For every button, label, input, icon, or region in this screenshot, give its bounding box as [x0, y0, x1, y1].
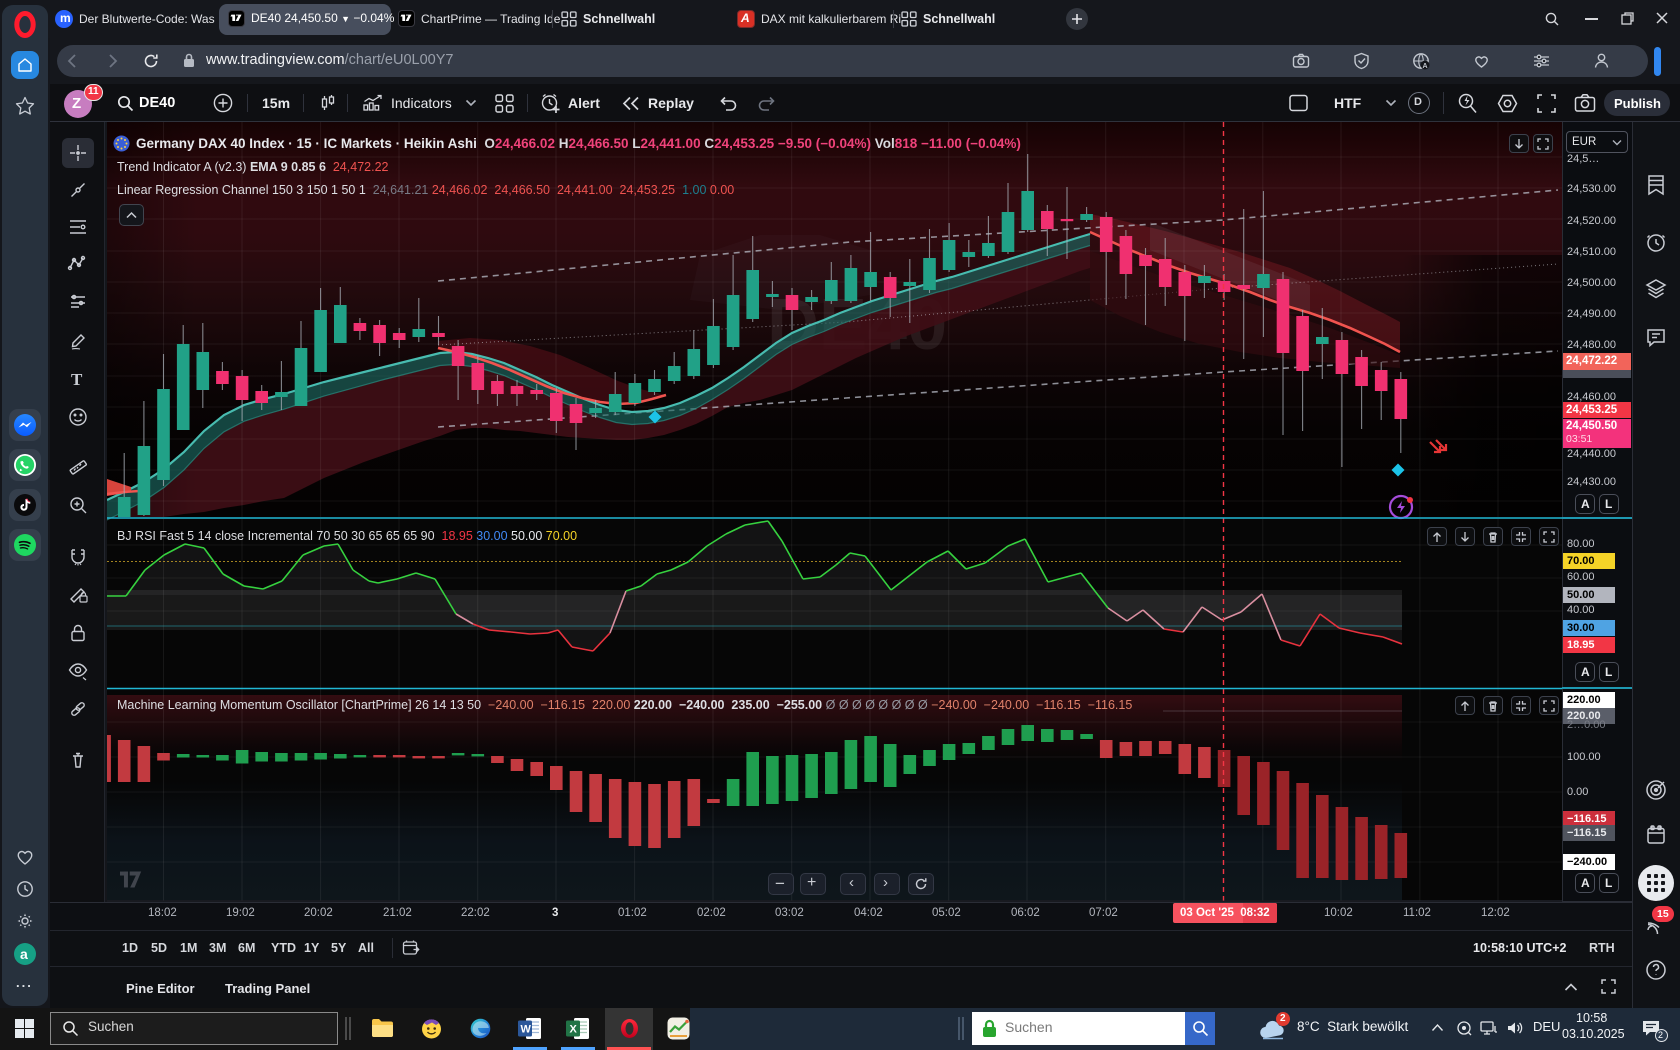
svg-text:W: W	[521, 1024, 532, 1036]
svg-text:A: A	[1423, 63, 1428, 70]
svg-text:X: X	[570, 1024, 578, 1036]
